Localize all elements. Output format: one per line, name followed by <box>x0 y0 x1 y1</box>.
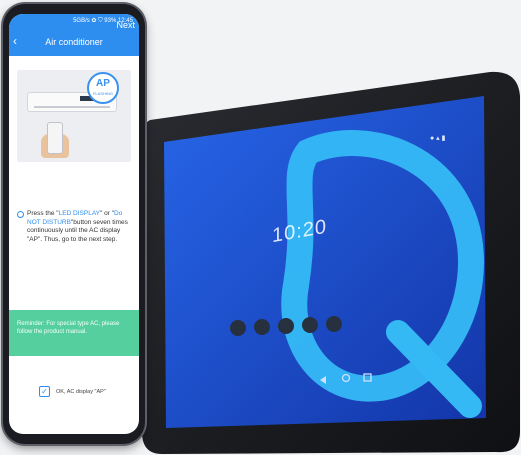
confirm-label[interactable]: OK, AC display "AP" <box>56 389 106 395</box>
app-icon-3[interactable] <box>278 318 294 334</box>
app-icon-4[interactable] <box>302 317 318 333</box>
app-icon-5[interactable] <box>326 316 342 332</box>
ac-illustration: AP FLASHING <box>17 70 131 162</box>
tablet-body <box>142 71 520 454</box>
instruction-highlight-led: LED DISPLAY <box>58 210 101 217</box>
ap-badge: AP FLASHING <box>87 72 119 104</box>
reminder-banner: Reminder: For special type AC, please fo… <box>9 310 139 356</box>
app-icon-1[interactable] <box>230 320 246 336</box>
next-button[interactable]: Next <box>116 20 135 30</box>
step-bullet-icon <box>17 211 24 218</box>
phone-screen: 5GB/s ✿ ⛉ 93% 12:45 ‹ Air conditioner Ne… <box>9 14 139 434</box>
instruction-part-1: Press the " <box>27 210 59 217</box>
ac-vent <box>34 106 110 108</box>
app-icon-2[interactable] <box>254 319 270 335</box>
instruction-text: Press the "LED DISPLAY" or "Do NOT DISTU… <box>27 210 131 244</box>
instruction-part-2: " or " <box>100 210 115 217</box>
checkbox-checked-icon[interactable]: ✓ <box>39 386 50 397</box>
tablet-status-icons: ● ▴ ▮ <box>430 135 446 142</box>
chevron-left-icon[interactable]: ‹ <box>13 34 17 48</box>
confirm-checkbox-row[interactable]: ✓ OK, AC display "AP" <box>39 386 106 397</box>
phone-device: 5GB/s ✿ ⛉ 93% 12:45 ‹ Air conditioner Ne… <box>3 4 145 444</box>
ap-badge-sub: FLASHING <box>92 91 113 96</box>
remote-control-icon <box>47 122 63 154</box>
page-title: Air conditioner <box>45 37 103 47</box>
ap-badge-text: AP <box>96 78 110 89</box>
instruction-step: Press the "LED DISPLAY" or "Do NOT DISTU… <box>17 210 131 244</box>
app-header: ‹ Air conditioner Next <box>9 20 139 56</box>
tablet-device: 10:20 ● ▴ ▮ <box>140 70 521 455</box>
